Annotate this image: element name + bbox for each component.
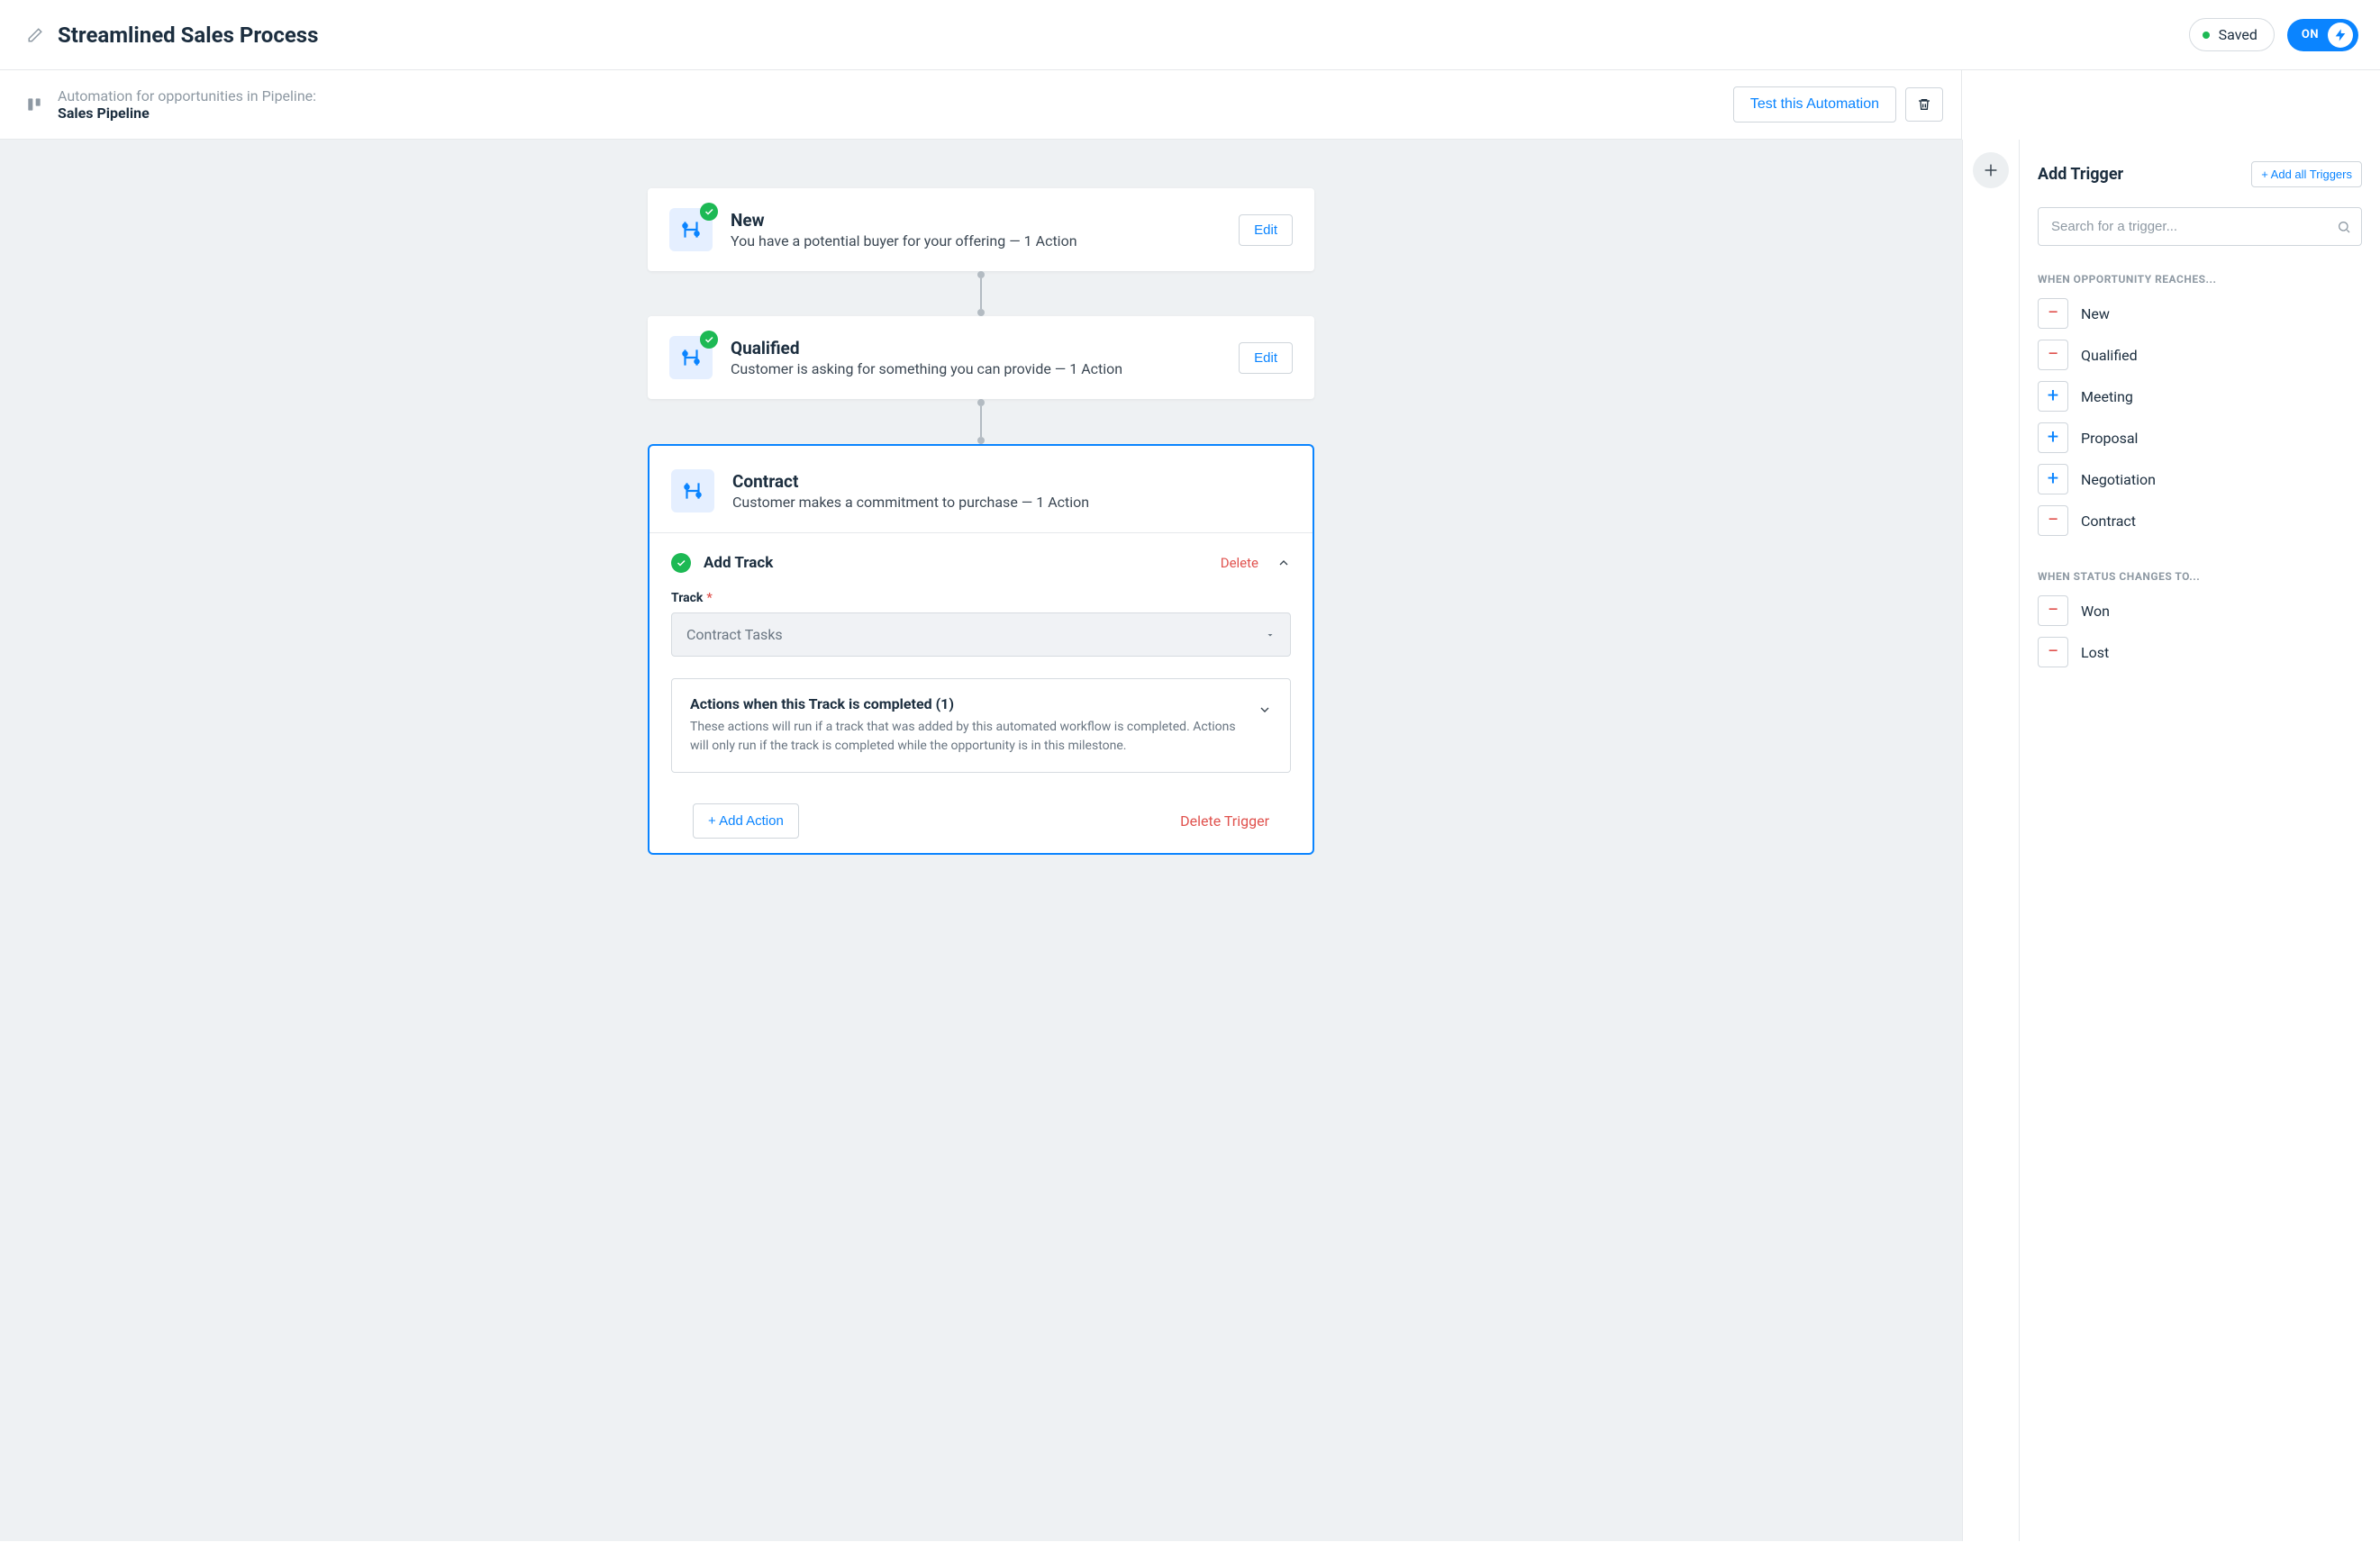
reaches-item-row: −Contract <box>2038 505 2362 536</box>
body-wrap: New You have a potential buyer for your … <box>0 140 2380 1541</box>
edit-button[interactable]: Edit <box>1239 342 1293 374</box>
stage-icon <box>671 469 714 512</box>
search-icon <box>2337 220 2351 234</box>
section-title: Add Track <box>704 554 1221 572</box>
card-title: Qualified <box>731 338 1239 358</box>
remove-trigger-button[interactable]: − <box>2038 595 2068 626</box>
stage-icon <box>669 336 713 379</box>
connector <box>648 399 1314 444</box>
edit-title-icon[interactable] <box>27 27 43 43</box>
actions-when-completed-box[interactable]: Actions when this Track is completed (1)… <box>671 678 1291 773</box>
expanded-footer: + Add Action Delete Trigger <box>671 800 1291 849</box>
add-trigger-button[interactable]: + <box>2038 464 2068 494</box>
reaches-item-label: Negotiation <box>2081 471 2156 488</box>
trash-icon <box>1917 97 1931 112</box>
search-input[interactable] <box>2038 207 2362 246</box>
add-step-button[interactable] <box>1973 152 2009 188</box>
page-title: Streamlined Sales Process <box>58 23 2189 48</box>
context-line: Automation for opportunities in Pipeline… <box>58 87 1733 104</box>
delete-section-link[interactable]: Delete <box>1221 555 1258 571</box>
app-header: Streamlined Sales Process Saved ON <box>0 0 2380 70</box>
expanded-body: Add Track Delete Track* Contract Tasks A… <box>650 533 1313 853</box>
connector <box>648 271 1314 316</box>
remove-trigger-button[interactable]: − <box>2038 340 2068 370</box>
reaches-item-label: Meeting <box>2081 388 2133 405</box>
saved-label: Saved <box>2219 26 2257 43</box>
add-trigger-button[interactable]: + <box>2038 381 2068 412</box>
edit-button[interactable]: Edit <box>1239 214 1293 246</box>
track-select-value: Contract Tasks <box>686 626 783 643</box>
reaches-item-label: Qualified <box>2081 347 2138 364</box>
actions-box-desc: These actions will run if a track that w… <box>690 718 1243 756</box>
flow-card-new[interactable]: New You have a potential buyer for your … <box>648 188 1314 271</box>
caret-down-icon <box>1265 630 1276 640</box>
on-label: ON <box>2302 28 2319 41</box>
card-title: Contract <box>732 471 1291 492</box>
chevron-down-icon[interactable] <box>1258 703 1272 717</box>
canvas: New You have a potential buyer for your … <box>0 140 1962 1541</box>
status-item-label: Won <box>2081 603 2110 620</box>
track-field-label: Track* <box>671 591 1291 605</box>
flow-card-contract-expanded: Contract Customer makes a commitment to … <box>648 444 1314 855</box>
trigger-search <box>2038 207 2362 246</box>
side-strip <box>1962 140 2020 1541</box>
expanded-header: Contract Customer makes a commitment to … <box>650 446 1313 533</box>
test-automation-button[interactable]: Test this Automation <box>1733 86 1896 122</box>
remove-trigger-button[interactable]: − <box>2038 637 2068 667</box>
status-list: −Won−Lost <box>2038 595 2362 667</box>
check-badge-icon <box>700 203 718 221</box>
check-badge-icon <box>700 331 718 349</box>
bolt-icon <box>2328 23 2353 48</box>
card-subtitle: Customer makes a commitment to purchase … <box>732 494 1291 511</box>
card-subtitle: You have a potential buyer for your offe… <box>731 232 1239 249</box>
reaches-item-row: + Negotiation <box>2038 464 2362 494</box>
reaches-item-row: + Proposal <box>2038 422 2362 453</box>
panel-title: Add Trigger <box>2038 165 2123 184</box>
add-all-triggers-button[interactable]: + Add all Triggers <box>2251 161 2362 187</box>
section-check-icon <box>671 553 691 573</box>
section-row: Add Track Delete <box>671 553 1291 573</box>
card-stack: New You have a potential buyer for your … <box>648 188 1314 855</box>
card-subtitle: Customer is asking for something you can… <box>731 360 1239 377</box>
chevron-up-icon[interactable] <box>1276 556 1291 570</box>
saved-indicator: Saved <box>2189 18 2275 51</box>
reaches-list: −New−Qualified+Meeting+Proposal+Negotiat… <box>2038 298 2362 536</box>
group-reaches-label: WHEN OPPORTUNITY REACHES... <box>2038 273 2362 286</box>
right-panel: Add Trigger + Add all Triggers WHEN OPPO… <box>2020 140 2380 1541</box>
reaches-item-row: −New <box>2038 298 2362 329</box>
track-select[interactable]: Contract Tasks <box>671 612 1291 657</box>
pipeline-board-icon <box>25 95 43 113</box>
reaches-item-label: Contract <box>2081 512 2136 530</box>
card-title: New <box>731 210 1239 231</box>
delete-automation-button[interactable] <box>1905 87 1943 122</box>
status-item-row: −Lost <box>2038 637 2362 667</box>
sub-header: Automation for opportunities in Pipeline… <box>0 70 1962 140</box>
reaches-item-row: + Meeting <box>2038 381 2362 412</box>
on-toggle[interactable]: ON <box>2287 19 2358 51</box>
delete-trigger-link[interactable]: Delete Trigger <box>1180 812 1269 830</box>
remove-trigger-button[interactable]: − <box>2038 505 2068 536</box>
reaches-item-label: Proposal <box>2081 430 2138 447</box>
stage-icon <box>669 208 713 251</box>
status-item-row: −Won <box>2038 595 2362 626</box>
flow-card-qualified[interactable]: Qualified Customer is asking for somethi… <box>648 316 1314 399</box>
add-action-button[interactable]: + Add Action <box>693 803 799 839</box>
pipeline-name: Sales Pipeline <box>58 104 1733 122</box>
add-trigger-button[interactable]: + <box>2038 422 2068 453</box>
reaches-item-label: New <box>2081 305 2110 322</box>
status-item-label: Lost <box>2081 644 2109 661</box>
actions-box-title: Actions when this Track is completed (1) <box>690 695 1243 712</box>
remove-trigger-button[interactable]: − <box>2038 298 2068 329</box>
group-status-label: WHEN STATUS CHANGES TO... <box>2038 570 2362 583</box>
reaches-item-row: −Qualified <box>2038 340 2362 370</box>
status-dot-icon <box>2203 32 2210 39</box>
panel-head: Add Trigger + Add all Triggers <box>2038 161 2362 187</box>
subheader-texts: Automation for opportunities in Pipeline… <box>58 87 1733 122</box>
